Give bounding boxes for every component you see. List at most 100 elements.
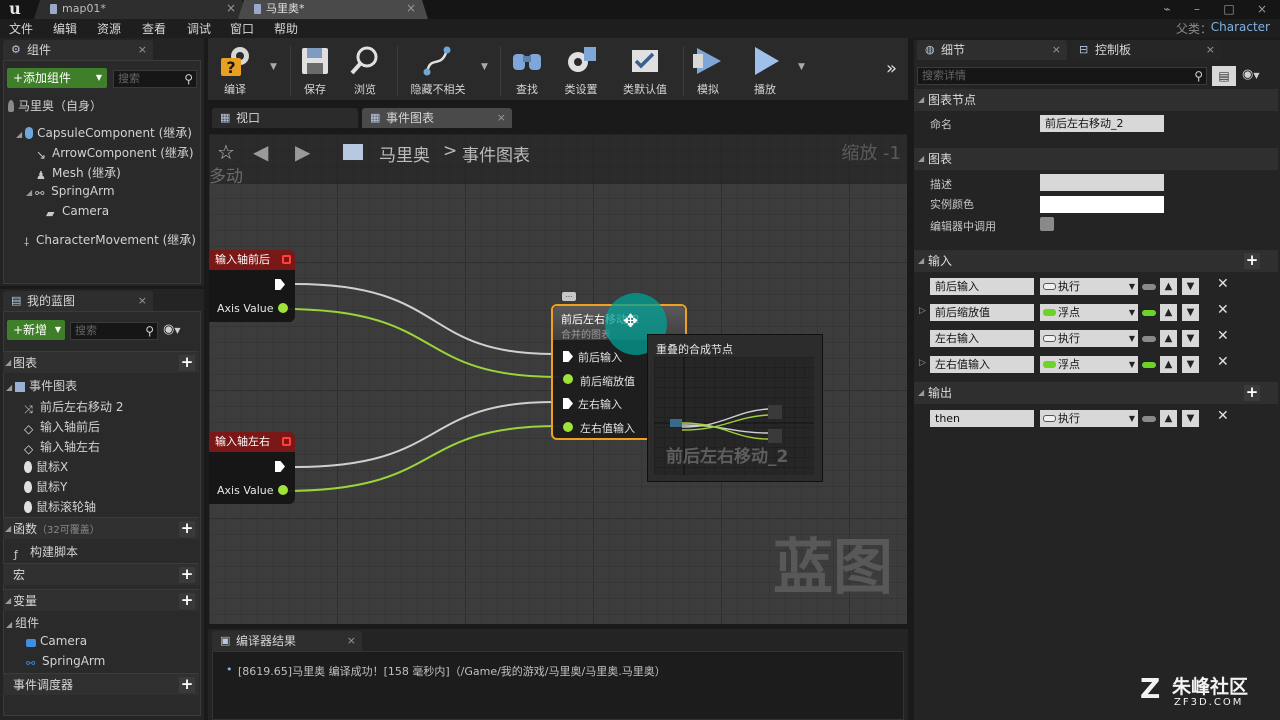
variable-springarm[interactable]: ⚯ SpringArm: [26, 654, 105, 670]
tab-palette[interactable]: ⊟ 控制板 ×: [1071, 40, 1221, 60]
add-input-button[interactable]: +: [1244, 253, 1260, 269]
component-row-capsule[interactable]: ◢ CapsuleComponent (继承): [16, 124, 192, 141]
component-self-row[interactable]: 马里奥（自身）: [8, 97, 102, 114]
add-variable-button[interactable]: +: [179, 593, 195, 609]
move-up-button[interactable]: ▲: [1160, 410, 1177, 427]
input-name-field[interactable]: 前后缩放值: [930, 304, 1034, 321]
event-graph-canvas[interactable]: ☆ ◀ ▶ 马里奥 > 事件图表 缩放 -1 多动 蓝图 输入轴前后 Axis …: [208, 133, 908, 625]
variable-camera[interactable]: Camera: [26, 634, 87, 648]
play-options-caret-icon[interactable]: ▼: [798, 62, 805, 72]
event-item-axis-right[interactable]: ◇ 输入轴左右: [24, 438, 100, 455]
compile-button[interactable]: ? 编译: [208, 38, 262, 100]
tab-details[interactable]: ◍ 细节 ×: [917, 40, 1067, 60]
remove-input-icon[interactable]: ✕: [1217, 328, 1229, 344]
event-item-collapsed-graph[interactable]: ⤨ 前后左右移动 2: [24, 398, 123, 416]
remove-input-icon[interactable]: ✕: [1217, 354, 1229, 370]
event-item-mouse-x[interactable]: 鼠标X: [24, 458, 68, 475]
event-item-mouse-wheel[interactable]: 鼠标滚轮轴: [24, 498, 96, 515]
move-down-button[interactable]: ▼: [1182, 356, 1199, 373]
input-type-dropdown[interactable]: 浮点 ▼: [1040, 356, 1138, 373]
close-window-icon[interactable]: ×: [1255, 2, 1269, 16]
exec-output-pin[interactable]: [275, 461, 285, 472]
move-up-button[interactable]: ▲: [1160, 278, 1177, 295]
move-down-button[interactable]: ▼: [1182, 304, 1199, 321]
event-item-axis-forward[interactable]: ◇ 输入轴前后: [24, 418, 100, 435]
node-input-axis-right[interactable]: 输入轴左右 Axis Value: [209, 432, 295, 504]
add-dispatcher-button[interactable]: +: [179, 677, 195, 693]
section-graph-node[interactable]: ◢ 图表节点: [914, 89, 1278, 111]
compiler-results-tab[interactable]: ▣ 编译器结果 ×: [212, 631, 362, 651]
call-in-editor-checkbox[interactable]: [1040, 217, 1054, 231]
browse-button[interactable]: 浏览: [341, 38, 389, 100]
blueprint-search-input[interactable]: 搜索 ⚲: [70, 322, 158, 340]
close-icon[interactable]: ×: [138, 40, 147, 60]
macros-category[interactable]: 宏 +: [3, 563, 199, 585]
parent-class-link[interactable]: Character: [1211, 20, 1270, 34]
minimize-icon[interactable]: –: [1190, 2, 1204, 16]
float-input-pin[interactable]: [563, 374, 573, 384]
menu-edit[interactable]: 编辑: [53, 20, 77, 37]
expand-icon[interactable]: ▷: [919, 358, 926, 368]
tab-event-graph[interactable]: ▦ 事件图表 ×: [362, 108, 512, 128]
exec-input-pin[interactable]: [563, 351, 573, 362]
component-row-springarm[interactable]: ◢ ⚯ SpringArm: [26, 184, 115, 200]
functions-category[interactable]: ◢ 函数（32可覆盖） +: [3, 517, 199, 539]
my-blueprint-tab[interactable]: ▤ 我的蓝图 ×: [3, 291, 153, 311]
remove-output-icon[interactable]: ✕: [1217, 408, 1229, 424]
comment-bubble-icon[interactable]: ...: [562, 292, 576, 301]
variables-category[interactable]: ◢ 变量 +: [3, 589, 199, 611]
doc-tab-blueprint[interactable]: 马里奥* ×: [238, 0, 428, 19]
close-icon[interactable]: ×: [497, 108, 506, 128]
construction-script-row[interactable]: ƒ 构建脚本: [14, 543, 78, 561]
output-name-field[interactable]: then: [930, 410, 1034, 427]
hide-unrelated-button[interactable]: 隐藏不相关: [400, 38, 476, 100]
move-up-button[interactable]: ▲: [1160, 356, 1177, 373]
input-type-dropdown[interactable]: 执行 ▼: [1040, 330, 1138, 347]
delegate-pin-icon[interactable]: [282, 437, 291, 446]
input-type-dropdown[interactable]: 浮点 ▼: [1040, 304, 1138, 321]
notification-icon[interactable]: ⌁: [1160, 2, 1174, 16]
simulate-button[interactable]: 模拟: [686, 38, 730, 100]
compile-options-caret-icon[interactable]: ▼: [270, 62, 277, 72]
add-macro-button[interactable]: +: [179, 567, 195, 583]
component-row-movement[interactable]: ⸸ CharacterMovement (继承): [24, 231, 196, 249]
move-up-button[interactable]: ▲: [1160, 330, 1177, 347]
event-graph-row[interactable]: ◢ 事件图表: [6, 377, 77, 394]
float-input-pin[interactable]: [563, 422, 573, 432]
component-row-arrow[interactable]: ↘ ArrowComponent (继承): [36, 144, 194, 161]
graphs-category[interactable]: ◢ 图表 +: [3, 351, 199, 373]
description-field[interactable]: [1040, 174, 1164, 191]
close-icon[interactable]: ×: [347, 631, 356, 651]
find-button[interactable]: 查找: [504, 38, 550, 100]
event-dispatchers-category[interactable]: 事件调度器 +: [3, 673, 199, 695]
class-settings-button[interactable]: 类设置: [555, 38, 607, 100]
doc-tab-map[interactable]: map01* ×: [34, 0, 248, 19]
close-icon[interactable]: ×: [1052, 40, 1061, 60]
node-input-axis-forward[interactable]: 输入轴前后 Axis Value: [209, 250, 295, 322]
tab-viewport[interactable]: ▦ 视口: [212, 108, 358, 128]
axis-value-pin[interactable]: [278, 303, 288, 313]
close-icon[interactable]: ×: [1206, 40, 1215, 60]
play-button[interactable]: 播放: [738, 38, 792, 100]
maximize-icon[interactable]: □: [1222, 2, 1236, 16]
input-name-field[interactable]: 前后输入: [930, 278, 1034, 295]
new-button[interactable]: +新增 ▼: [7, 320, 65, 340]
add-graph-button[interactable]: +: [179, 355, 195, 371]
add-function-button[interactable]: +: [179, 521, 195, 537]
add-output-button[interactable]: +: [1244, 385, 1260, 401]
menu-view[interactable]: 查看: [142, 20, 166, 37]
input-type-dropdown[interactable]: 执行 ▼: [1040, 278, 1138, 295]
component-row-camera[interactable]: ▰ Camera: [46, 204, 109, 220]
remove-input-icon[interactable]: ✕: [1217, 276, 1229, 292]
input-name-field[interactable]: 左右输入: [930, 330, 1034, 347]
expand-icon[interactable]: ▷: [919, 306, 926, 316]
exec-output-pin[interactable]: [275, 279, 285, 290]
section-inputs[interactable]: ◢ 输入 +: [914, 250, 1278, 272]
event-item-mouse-y[interactable]: 鼠标Y: [24, 478, 67, 495]
remove-input-icon[interactable]: ✕: [1217, 302, 1229, 318]
input-name-field[interactable]: 左右值输入: [930, 356, 1034, 373]
add-component-button[interactable]: +添加组件 ▼: [7, 68, 107, 88]
visibility-eye-icon[interactable]: ◉▼: [163, 322, 181, 337]
hide-unrelated-caret-icon[interactable]: ▼: [481, 62, 488, 72]
component-row-mesh[interactable]: ♟ Mesh (继承): [36, 164, 121, 182]
